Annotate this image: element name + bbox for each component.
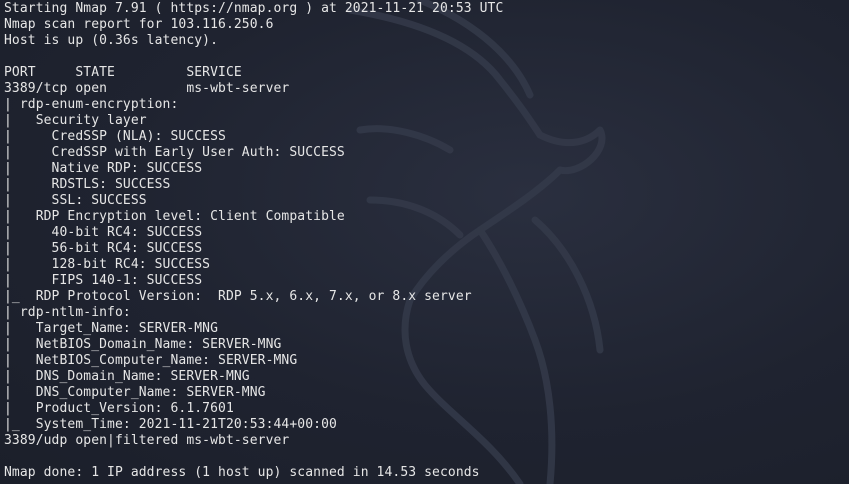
terminal-line: Nmap done: 1 IP address (1 host up) scan… <box>4 465 480 480</box>
terminal-output: Starting Nmap 7.91 ( https://nmap.org ) … <box>4 0 849 484</box>
terminal-line: | Target_Name: SERVER-MNG <box>4 321 219 336</box>
terminal-line: | rdp-ntlm-info: <box>4 305 131 320</box>
terminal-line: | 40-bit RC4: SUCCESS <box>4 225 203 240</box>
terminal-line: | DNS_Computer_Name: SERVER-MNG <box>4 385 266 400</box>
terminal-line: | RDSTLS: SUCCESS <box>4 177 171 192</box>
terminal-line: |_ System_Time: 2021-11-21T20:53:44+00:0… <box>4 417 337 432</box>
terminal-line: Host is up (0.36s latency). <box>4 33 219 48</box>
terminal-line: Nmap scan report for 103.116.250.6 <box>4 17 274 32</box>
terminal-line: | CredSSP (NLA): SUCCESS <box>4 129 226 144</box>
terminal-line: | Security layer <box>4 113 147 128</box>
terminal-line: | 128-bit RC4: SUCCESS <box>4 257 211 272</box>
terminal-line: | SSL: SUCCESS <box>4 193 147 208</box>
terminal-line: | rdp-enum-encryption: <box>4 97 179 112</box>
terminal-line: | CredSSP with Early User Auth: SUCCESS <box>4 145 345 160</box>
terminal-line: | FIPS 140-1: SUCCESS <box>4 273 203 288</box>
terminal-line: | NetBIOS_Computer_Name: SERVER-MNG <box>4 353 298 368</box>
terminal-line: | DNS_Domain_Name: SERVER-MNG <box>4 369 250 384</box>
terminal-line: | Native RDP: SUCCESS <box>4 161 203 176</box>
terminal-line: PORT STATE SERVICE <box>4 65 242 80</box>
terminal-line: | NetBIOS_Domain_Name: SERVER-MNG <box>4 337 282 352</box>
terminal-line: 3389/udp open|filtered ms-wbt-server <box>4 433 290 448</box>
terminal-line: | RDP Encryption level: Client Compatibl… <box>4 209 345 224</box>
terminal-line: Starting Nmap 7.91 ( https://nmap.org ) … <box>4 1 504 16</box>
terminal-line: |_ RDP Protocol Version: RDP 5.x, 6.x, 7… <box>4 289 472 304</box>
terminal-line: | Product_Version: 6.1.7601 <box>4 401 234 416</box>
terminal-line: 3389/tcp open ms-wbt-server <box>4 81 290 96</box>
terminal-line: | 56-bit RC4: SUCCESS <box>4 241 203 256</box>
